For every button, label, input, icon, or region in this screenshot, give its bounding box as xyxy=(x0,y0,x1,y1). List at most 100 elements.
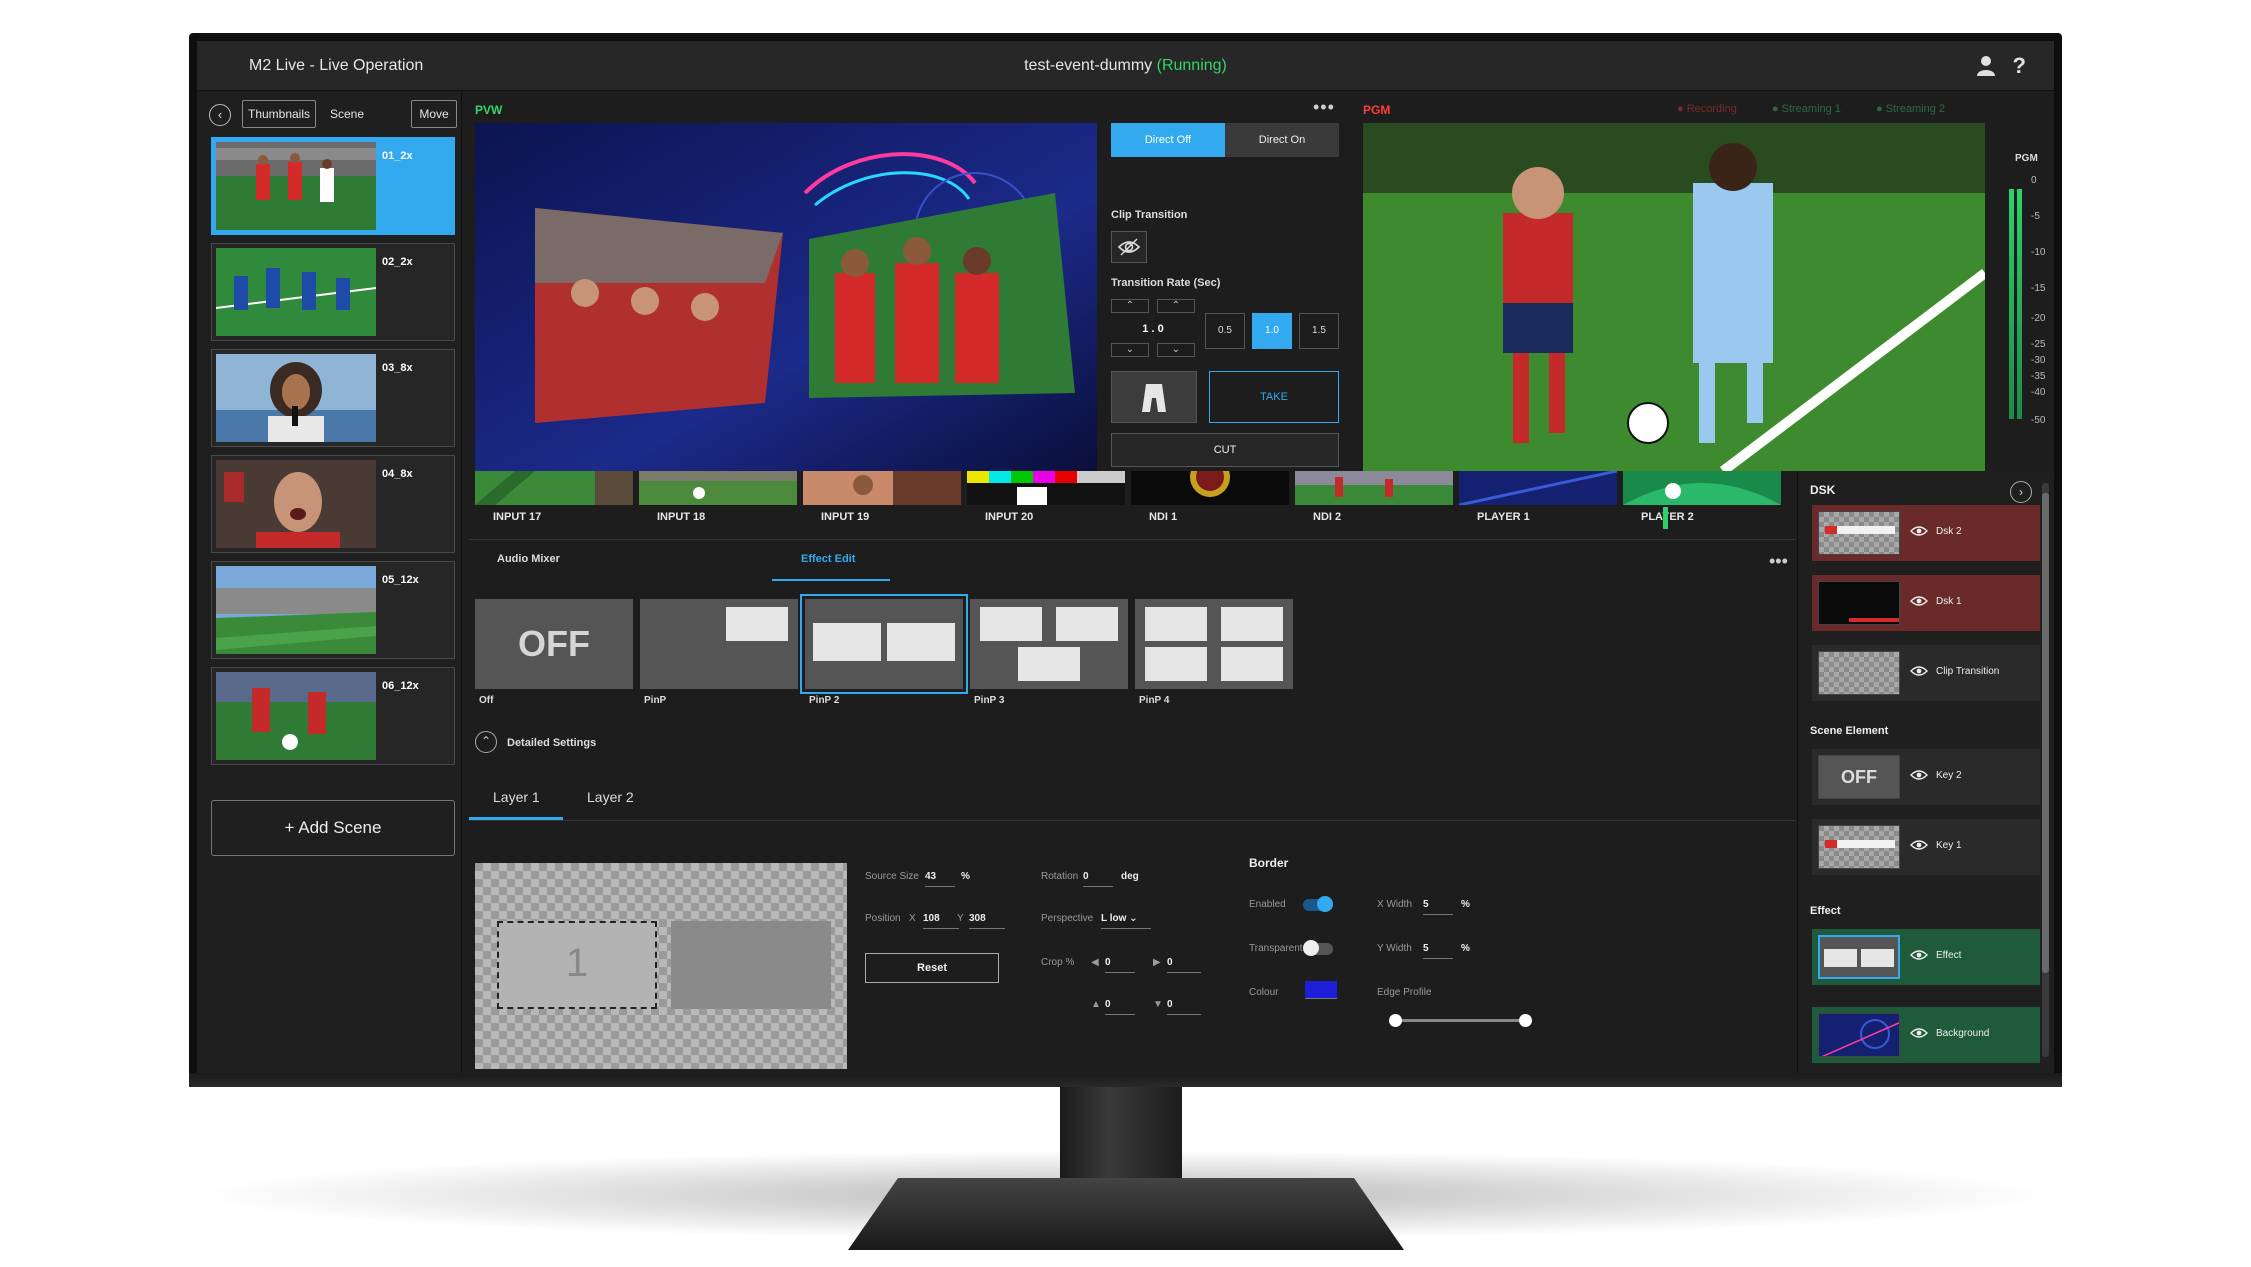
rotation-input[interactable]: 0 xyxy=(1083,871,1113,887)
event-title: test-event-dummy (Running) xyxy=(197,57,2054,75)
source-ndi-2[interactable]: NDI 2 xyxy=(1295,471,1453,529)
source-input-17[interactable]: INPUT 17 xyxy=(475,471,633,529)
scene-element-key-2[interactable]: OFF Key 2 xyxy=(1812,749,2040,805)
status-badges: ● Recording ● Streaming 1 ● Streaming 2 xyxy=(1677,103,1977,115)
border-transparent-toggle[interactable] xyxy=(1303,940,1333,956)
collapse-icon[interactable]: ⌃ xyxy=(475,731,497,753)
scene-element-key-1[interactable]: Key 1 xyxy=(1812,819,2040,875)
back-icon[interactable]: ‹ xyxy=(209,104,231,126)
scene-card[interactable]: 03_8x xyxy=(211,349,455,447)
dsk-item-clip-transition[interactable]: Clip Transition xyxy=(1812,645,2040,701)
source-player-1[interactable]: PLAYER 1 xyxy=(1459,471,1617,529)
rotation-unit: deg xyxy=(1121,871,1139,882)
layout-canvas[interactable]: 1 xyxy=(475,863,847,1069)
crop-top-input[interactable]: 0 xyxy=(1105,999,1135,1015)
scene-card[interactable]: 02_2x xyxy=(211,243,455,341)
edge-profile-slider-end-handle[interactable] xyxy=(1519,1014,1532,1027)
crop-left-input[interactable]: 0 xyxy=(1105,957,1135,973)
preview-monitor[interactable] xyxy=(475,123,1097,471)
tab-layer-2[interactable]: Layer 2 xyxy=(587,789,634,805)
program-monitor[interactable] xyxy=(1363,123,1985,471)
eye-icon[interactable] xyxy=(1910,769,1928,781)
rate-up-tenths-button[interactable]: ⌃ xyxy=(1157,299,1195,313)
scene-card[interactable]: 06_12x xyxy=(211,667,455,765)
scene-card[interactable]: 05_12x xyxy=(211,561,455,659)
more-options-icon[interactable]: ••• xyxy=(1313,97,1335,118)
tab-thumbnails[interactable]: Thumbnails xyxy=(242,100,316,128)
divider xyxy=(469,820,1797,821)
rate-preset-1-0[interactable]: 1.0 xyxy=(1252,313,1292,349)
effect-pinp2-card[interactable] xyxy=(800,594,968,694)
crop-bottom-input[interactable]: 0 xyxy=(1167,999,1201,1015)
source-input-18[interactable]: INPUT 18 xyxy=(639,471,797,529)
rotation-label: Rotation xyxy=(1041,871,1079,882)
tab-effect-edit[interactable]: Effect Edit xyxy=(801,553,855,565)
clip-transition-eye-button[interactable] xyxy=(1111,231,1147,263)
position-x-input[interactable]: 108 xyxy=(923,913,959,929)
dsk-scrollbar[interactable] xyxy=(2042,483,2049,1057)
rate-down-seconds-button[interactable]: ⌄ xyxy=(1111,343,1149,357)
source-label: NDI 2 xyxy=(1313,511,1342,523)
eye-icon[interactable] xyxy=(1910,949,1928,961)
more-options-icon[interactable]: ••• xyxy=(1769,551,1788,572)
chevron-right-icon[interactable]: › xyxy=(2010,481,2032,503)
detailed-settings-label: Detailed Settings xyxy=(507,737,597,749)
take-button[interactable]: TAKE xyxy=(1209,371,1339,423)
rate-preset-1-5[interactable]: 1.5 xyxy=(1299,313,1339,349)
reset-button[interactable]: Reset xyxy=(865,953,999,983)
perspective-select[interactable]: L low ⌄ xyxy=(1101,913,1151,929)
effect-item-effect[interactable]: Effect xyxy=(1812,929,2040,985)
effect-item-background[interactable]: Background xyxy=(1812,1007,2040,1063)
auto-transition-icon xyxy=(1142,384,1166,412)
scene-card[interactable]: 04_8x xyxy=(211,455,455,553)
eye-icon[interactable] xyxy=(1910,665,1928,677)
edge-profile-slider[interactable] xyxy=(1389,1014,1532,1027)
eye-icon[interactable] xyxy=(1910,595,1928,607)
effect-pinp-card[interactable] xyxy=(640,599,798,689)
tab-audio-mixer[interactable]: Audio Mixer xyxy=(497,553,560,565)
rate-up-seconds-button[interactable]: ⌃ xyxy=(1111,299,1149,313)
eye-icon[interactable] xyxy=(1910,839,1928,851)
eye-icon[interactable] xyxy=(1910,1027,1928,1039)
move-button[interactable]: Move xyxy=(411,100,457,128)
x-width-input[interactable]: 5 xyxy=(1423,899,1453,915)
position-y-input[interactable]: 308 xyxy=(969,913,1005,929)
add-scene-button[interactable]: + Add Scene xyxy=(211,800,455,856)
rate-preset-0-5[interactable]: 0.5 xyxy=(1205,313,1245,349)
tab-layer-1[interactable]: Layer 1 xyxy=(493,789,540,805)
auto-transition-button[interactable] xyxy=(1111,371,1197,423)
effect-off-card[interactable]: OFF xyxy=(475,599,633,689)
eye-icon[interactable] xyxy=(1910,525,1928,537)
layer-2-box[interactable] xyxy=(671,921,831,1009)
scrollbar-thumb[interactable] xyxy=(2042,493,2049,973)
scene-card[interactable]: 01_2x xyxy=(211,137,455,235)
border-colour-swatch[interactable] xyxy=(1305,981,1337,999)
edge-profile-slider-start-handle[interactable] xyxy=(1389,1014,1402,1027)
border-enabled-toggle[interactable] xyxy=(1303,896,1333,912)
tab-scene[interactable]: Scene xyxy=(319,100,375,128)
rate-down-tenths-button[interactable]: ⌄ xyxy=(1157,343,1195,357)
effect-pinp3-card[interactable] xyxy=(970,599,1128,689)
direct-off-button[interactable]: Direct Off xyxy=(1111,123,1225,157)
source-ndi-1[interactable]: NDI 1 xyxy=(1131,471,1289,529)
layer-1-box[interactable]: 1 xyxy=(497,921,657,1009)
dsk-panel: DSK › Dsk 2 Dsk 1 Clip Transition Scene … xyxy=(1797,471,2054,1073)
cut-button[interactable]: CUT xyxy=(1111,433,1339,467)
y-width-input[interactable]: 5 xyxy=(1423,943,1453,959)
help-icon[interactable]: ? xyxy=(2013,53,2026,79)
source-input-19[interactable]: INPUT 19 xyxy=(803,471,961,529)
scene-thumbnail-reporter xyxy=(216,354,376,442)
effect-thumbnail xyxy=(1818,935,1900,979)
effect-pinp4-card[interactable] xyxy=(1135,599,1293,689)
crop-right-input[interactable]: 0 xyxy=(1167,957,1201,973)
source-input-20[interactable]: INPUT 20 xyxy=(967,471,1125,529)
direct-on-button[interactable]: Direct On xyxy=(1225,123,1339,157)
title-bar: M2 Live - Live Operation test-event-dumm… xyxy=(197,41,2054,91)
source-player-2[interactable]: PLAYER 2 xyxy=(1623,471,1781,529)
user-icon[interactable] xyxy=(1976,55,1996,77)
source-size-input[interactable]: 43 xyxy=(925,871,955,887)
border-enabled-label: Enabled xyxy=(1249,899,1286,910)
dsk-item-dsk-1[interactable]: Dsk 1 xyxy=(1812,575,2040,631)
edge-profile-label: Edge Profile xyxy=(1377,987,1432,998)
dsk-item-dsk-2[interactable]: Dsk 2 xyxy=(1812,505,2040,561)
